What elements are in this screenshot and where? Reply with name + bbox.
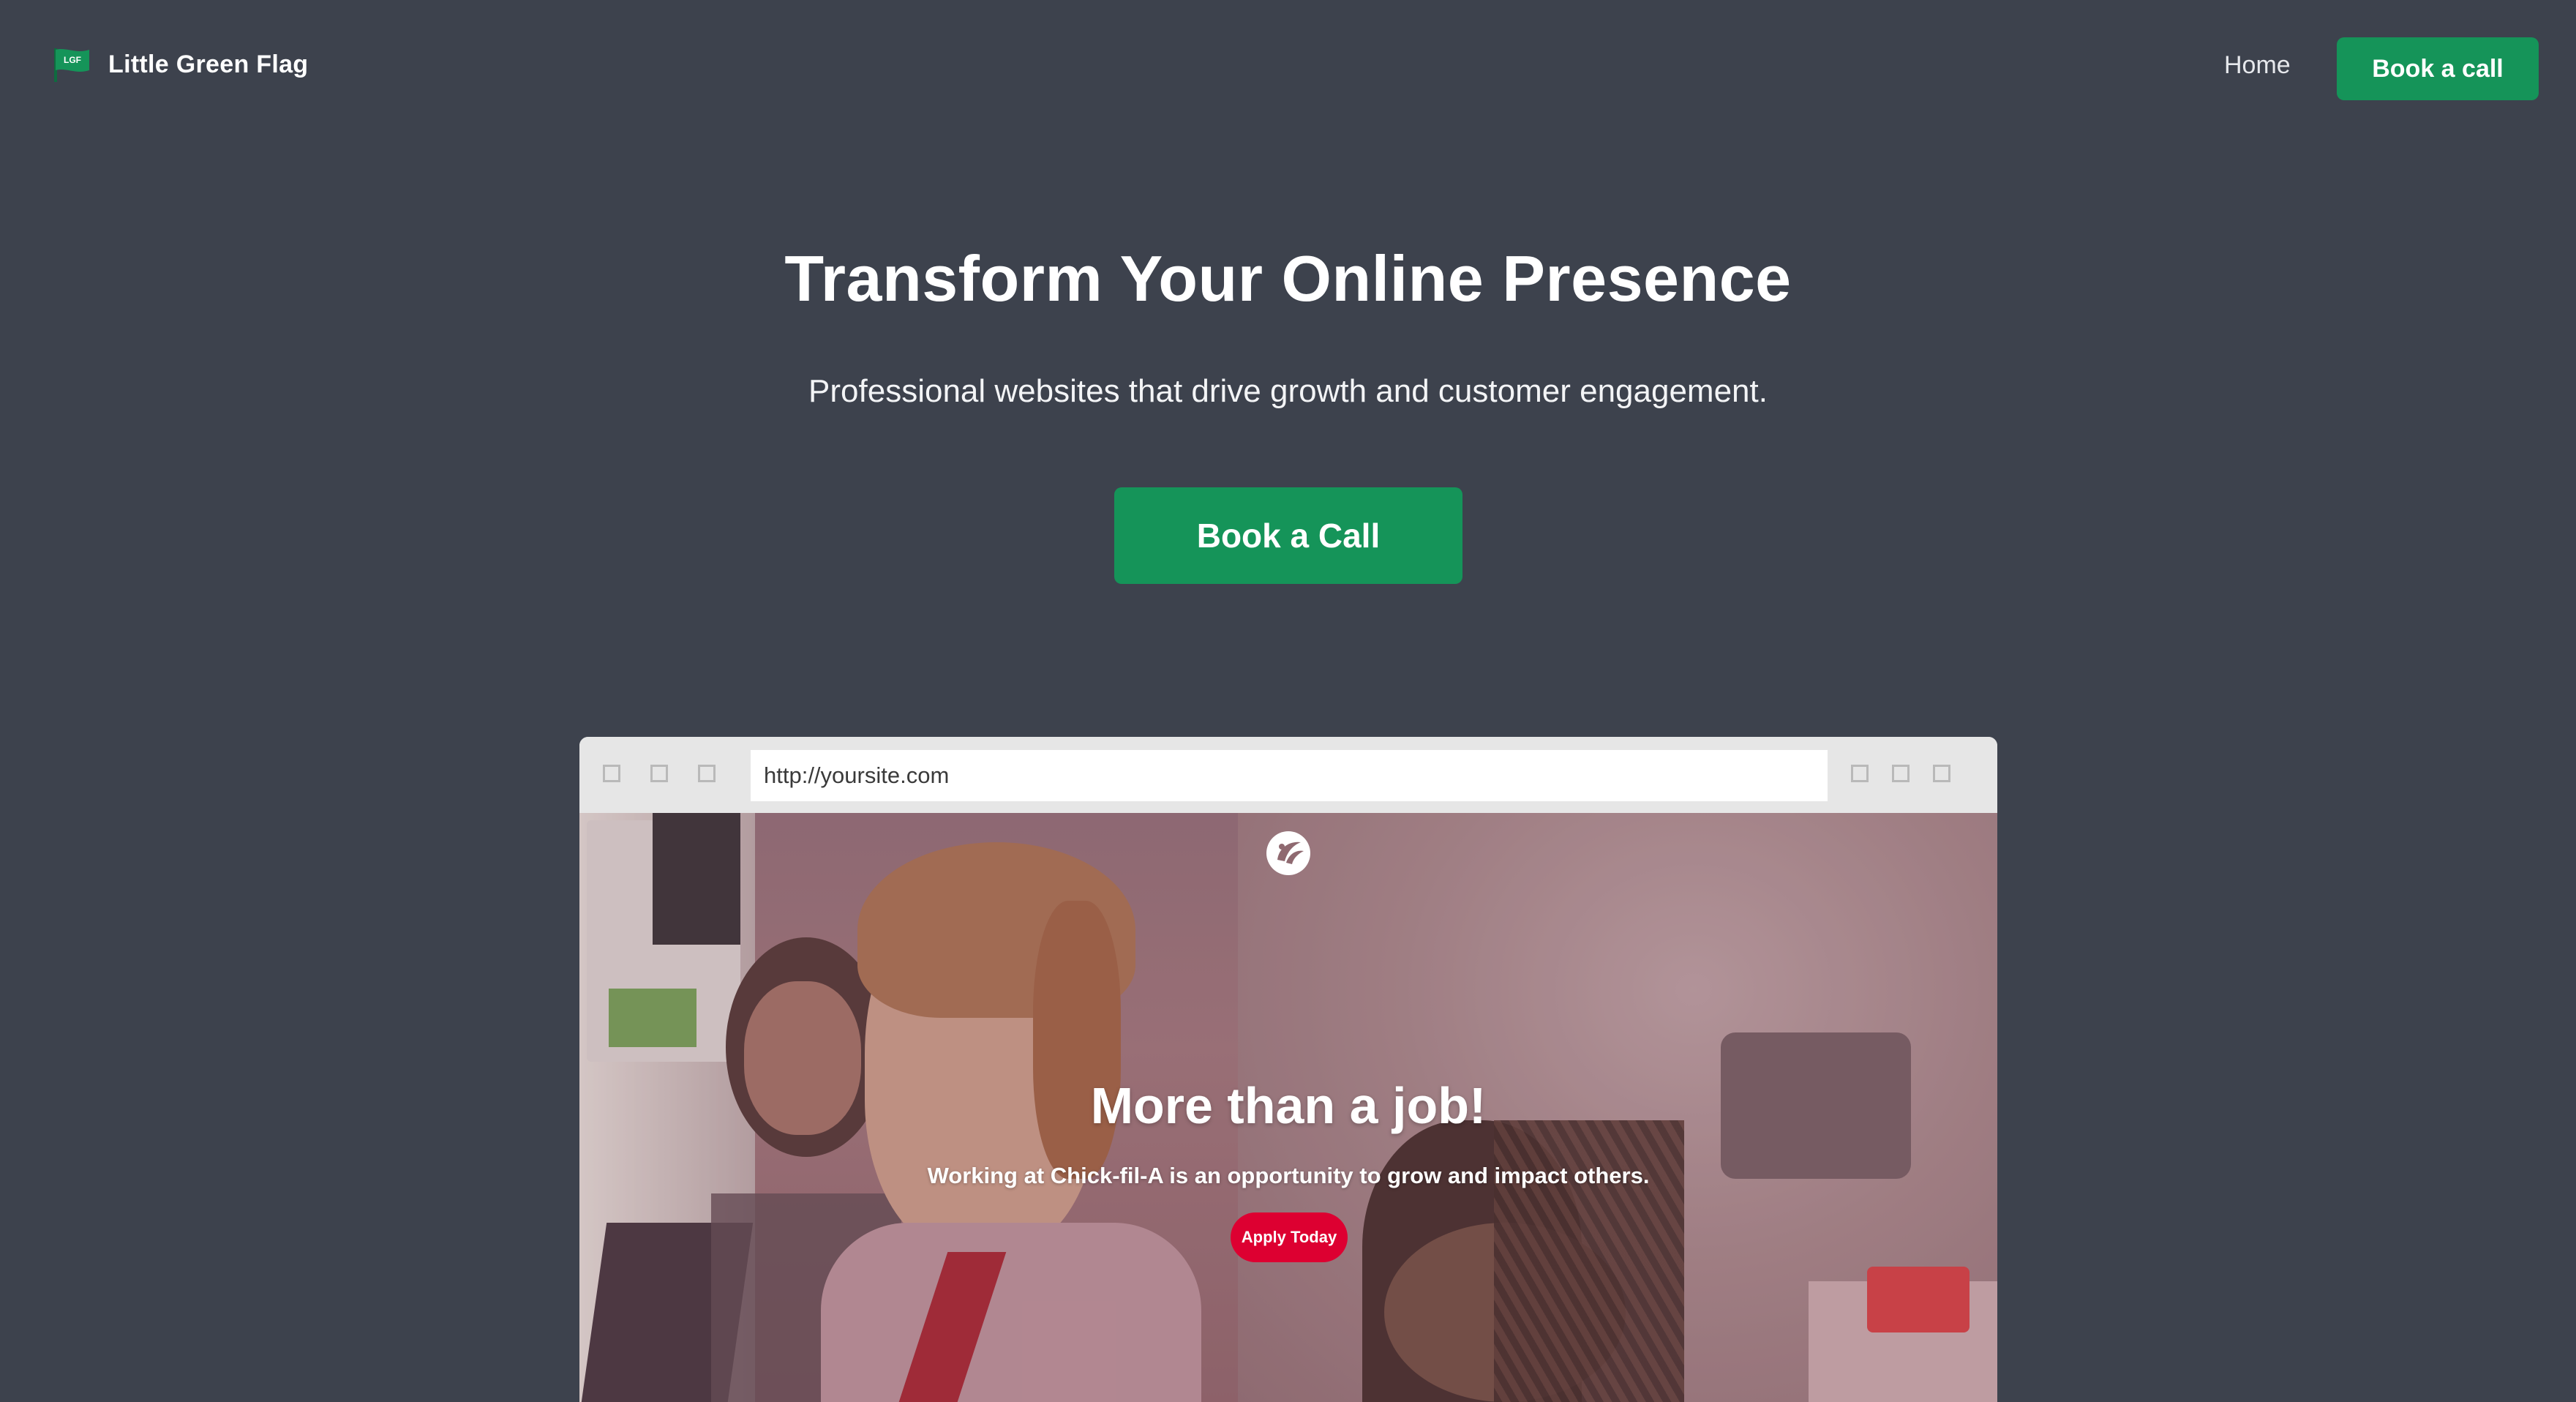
apply-today-button[interactable]: Apply Today bbox=[1231, 1212, 1348, 1262]
window-control-icon bbox=[1851, 765, 1869, 782]
window-control-icon bbox=[1892, 765, 1910, 782]
nav-link-home[interactable]: Home bbox=[2224, 51, 2291, 80]
chick-fil-a-logo-icon bbox=[1266, 831, 1310, 875]
flag-logo-icon: LGF bbox=[54, 48, 89, 82]
window-control-icon bbox=[698, 765, 716, 782]
browser-mockup: More than a job! Working at Chick-fil-A … bbox=[579, 737, 1997, 1402]
brand-logo-link[interactable]: LGF Little Green Flag bbox=[51, 45, 308, 83]
preview-site-title: More than a job! bbox=[1090, 1077, 1487, 1134]
hero-subtitle: Professional websites that drive growth … bbox=[808, 373, 1768, 409]
browser-toolbar bbox=[579, 737, 1997, 813]
window-control-icon bbox=[1933, 765, 1950, 782]
hero-title: Transform Your Online Presence bbox=[784, 242, 1792, 315]
browser-url-input[interactable] bbox=[751, 750, 1828, 801]
brand-name: Little Green Flag bbox=[108, 50, 309, 78]
window-control-icon bbox=[650, 765, 668, 782]
book-a-call-nav-button[interactable]: Book a call bbox=[2337, 37, 2539, 100]
window-control-icon bbox=[603, 765, 620, 782]
top-navigation: LGF Little Green Flag Home Book a call bbox=[0, 0, 2576, 135]
brand-badge-text: LGF bbox=[64, 55, 81, 65]
book-a-call-hero-button[interactable]: Book a Call bbox=[1114, 487, 1462, 584]
website-preview: More than a job! Working at Chick-fil-A … bbox=[579, 813, 1997, 1402]
preview-site-subtitle: Working at Chick-fil-A is an opportunity… bbox=[927, 1163, 1650, 1188]
